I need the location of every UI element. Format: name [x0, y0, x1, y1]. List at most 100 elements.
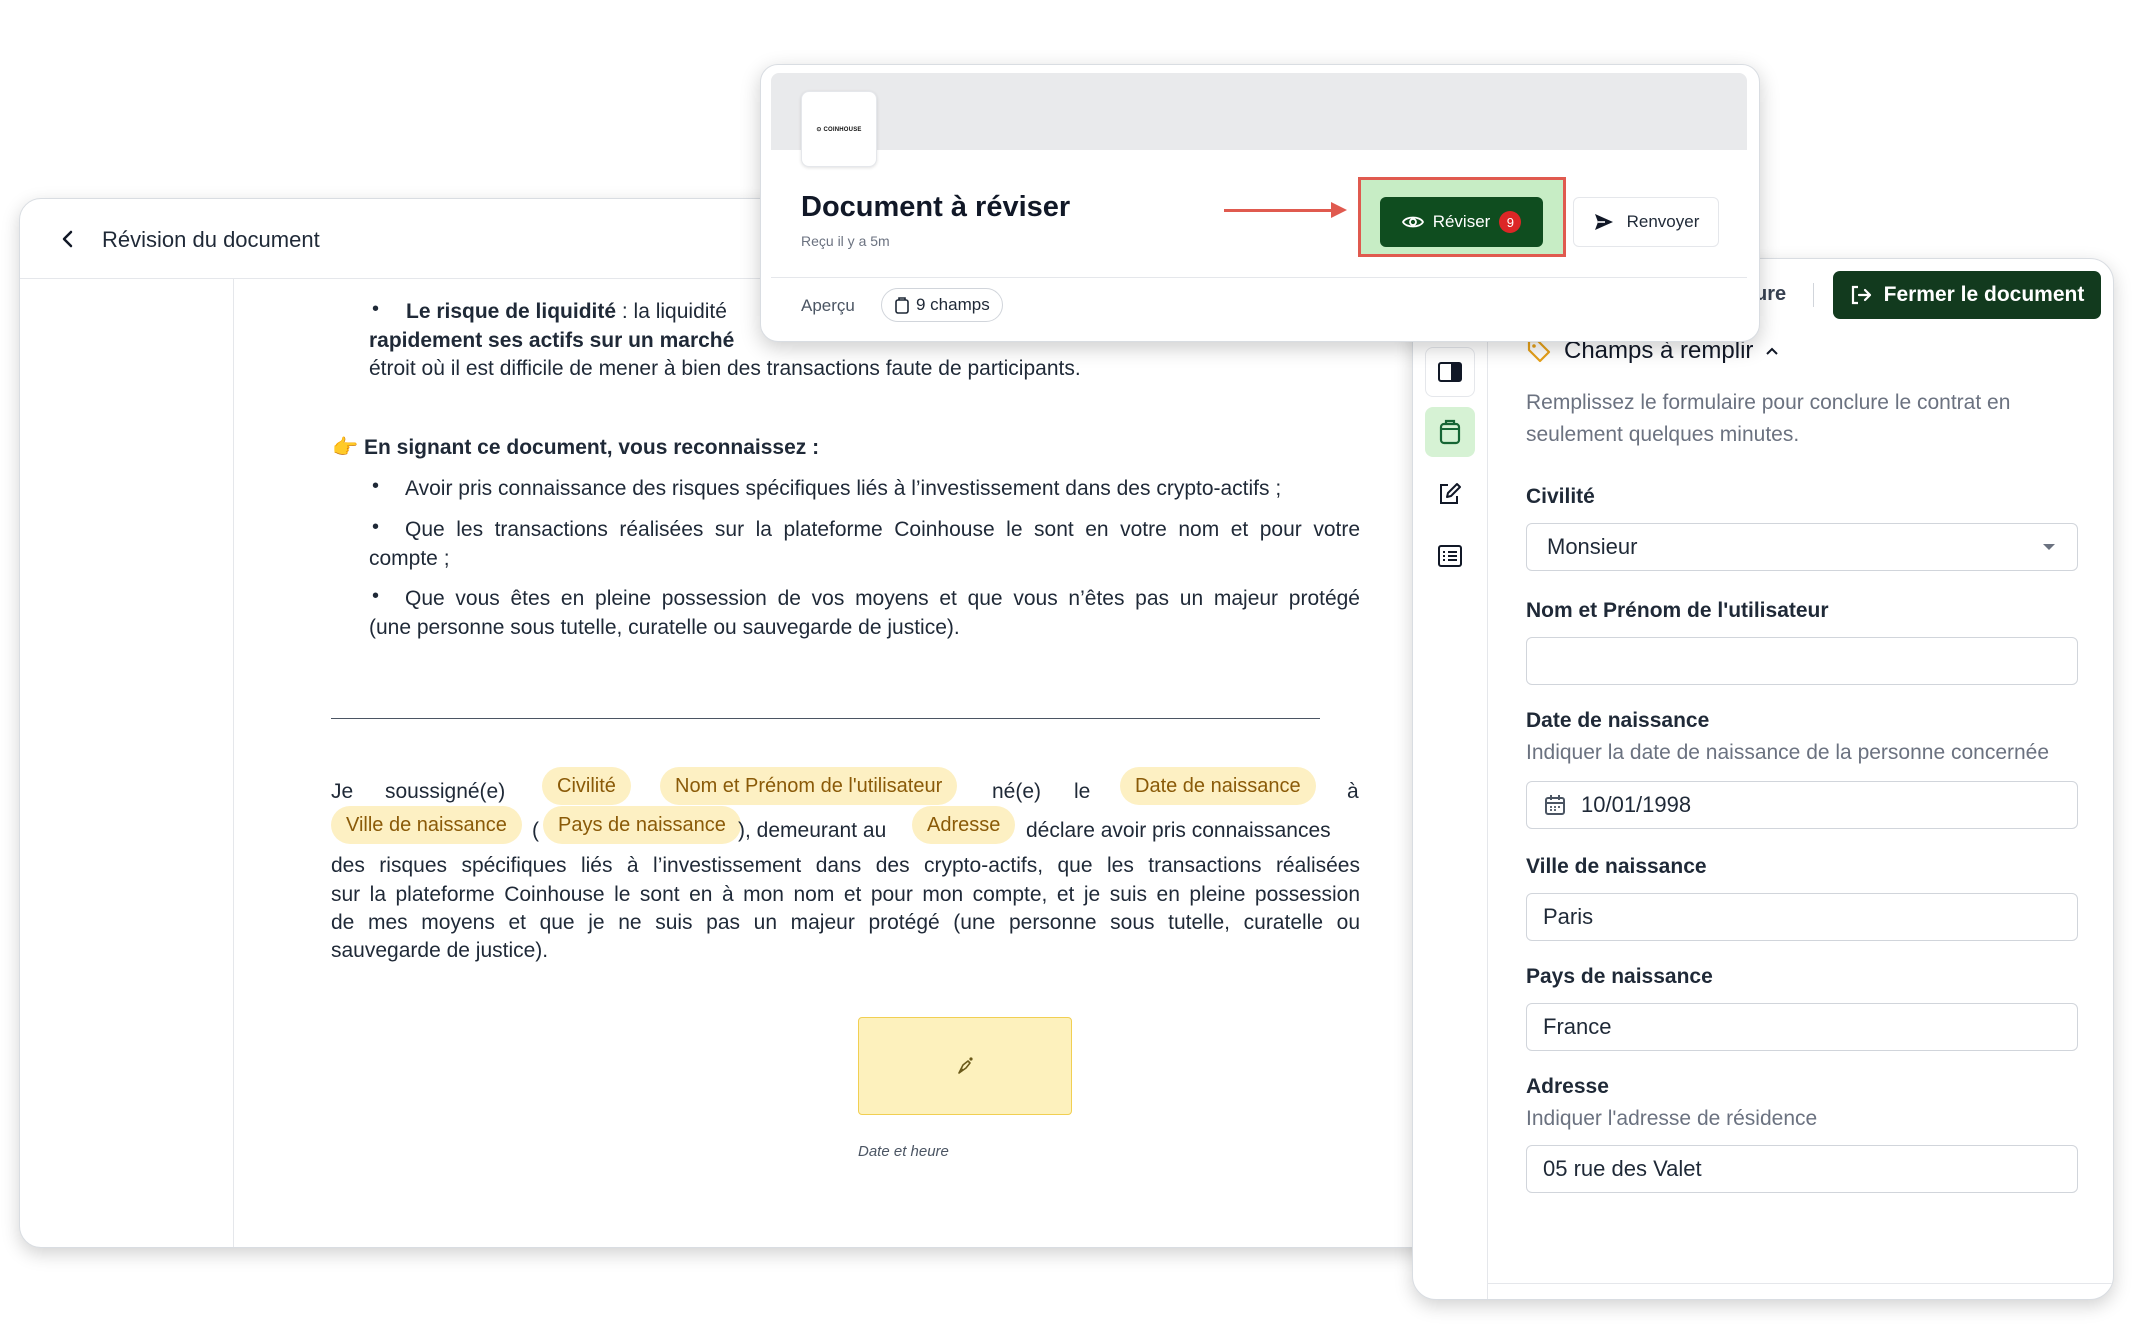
signature-label: Date et heure: [858, 1143, 949, 1160]
card-title: Document à réviser: [801, 191, 1071, 223]
annotation-arrow: [1224, 209, 1334, 212]
fields-count-label: 9 champs: [916, 295, 990, 314]
bullet-dot: •: [372, 298, 380, 320]
civilite-label: Civilité: [1526, 485, 1595, 508]
date-naissance-input[interactable]: 10/01/1998: [1526, 781, 2078, 829]
declaration-line: sur la plateforme Coinhouse le sont en à…: [331, 883, 1360, 906]
logo-text: ⊙ COINHOUSE: [816, 126, 862, 133]
liquidity-risk-line-2: rapidement ses actifs sur un marché: [369, 329, 735, 352]
list-icon: [1438, 545, 1462, 567]
toolbar-separator: [1813, 283, 1814, 307]
adresse-value: 05 rue des Valet: [1543, 1156, 1702, 1181]
nom-prenom-label: Nom et Prénom de l'utilisateur: [1526, 599, 1829, 622]
close-document-label: Fermer le document: [1883, 283, 2085, 306]
ville-naissance-value: Paris: [1543, 904, 1594, 929]
review-button[interactable]: Réviser 9: [1380, 197, 1543, 247]
liquidity-risk-text: : la liquidité: [621, 300, 727, 323]
declaration-word: né(e): [992, 780, 1042, 803]
document-notification-card: ⊙ COINHOUSE Document à réviser Reçu il y…: [760, 64, 1760, 342]
eye-icon: [1401, 216, 1424, 228]
document-left-gutter: [20, 279, 234, 1247]
edit-pencil-icon: [1440, 483, 1461, 504]
panel-content: Champs à remplir Remplissez le formulair…: [1488, 323, 2113, 1299]
declaration-word: ), demeurant au: [738, 819, 887, 842]
adresse-input[interactable]: 05 rue des Valet: [1526, 1145, 2078, 1193]
adresse-help: Indiquer l'adresse de résidence: [1526, 1107, 1818, 1130]
card-banner: [771, 73, 1747, 150]
fields-section-description: Remplissez le formulaire pour conclure l…: [1526, 391, 2011, 414]
bullet-dot: •: [372, 516, 380, 538]
pen-nib-icon: [958, 1057, 973, 1074]
clipboard-icon: [895, 297, 909, 314]
divider: [331, 718, 1320, 719]
fields-count-chip[interactable]: 9 champs: [881, 288, 1003, 322]
date-naissance-help: Indiquer la date de naissance de la pers…: [1526, 741, 2050, 764]
rail-fields-button[interactable]: [1425, 407, 1475, 457]
nom-prenom-input[interactable]: [1526, 637, 2078, 685]
ville-naissance-label: Ville de naissance: [1526, 855, 1707, 878]
form-panel: ure Fermer le document Champs à remplir …: [1412, 258, 2114, 1300]
acknowledgement-item: Que les transactions réalisées sur la pl…: [405, 518, 1360, 541]
declaration-word: soussigné(e): [385, 780, 506, 803]
declaration-line: de mes moyens et que je ne suis pas un m…: [331, 911, 1360, 934]
liquidity-risk-line-3: étroit où il est difficile de mener à bi…: [369, 357, 1081, 380]
ville-naissance-input[interactable]: Paris: [1526, 893, 2078, 941]
preview-label[interactable]: Aperçu: [801, 296, 855, 316]
declaration-line: des risques spécifiques liés à l’investi…: [331, 854, 1360, 877]
declaration-word: Je: [331, 780, 354, 803]
chevron-down-icon: [2043, 544, 2055, 550]
resend-button[interactable]: Renvoyer: [1573, 197, 1719, 247]
signature-field[interactable]: [858, 1017, 1072, 1115]
liquidity-risk-term: Le risque de liquidité: [406, 300, 617, 323]
declaration-word: (: [532, 819, 539, 842]
calendar-icon: [1545, 795, 1565, 815]
resend-button-label: Renvoyer: [1626, 212, 1700, 231]
send-icon: [1594, 214, 1613, 230]
date-naissance-label: Date de naissance: [1526, 709, 1710, 732]
rail-list-button[interactable]: [1425, 531, 1475, 581]
card-received-time: Reçu il y a 5m: [801, 233, 890, 249]
rail-edit-button[interactable]: [1425, 469, 1475, 519]
panel-icon-rail: [1413, 323, 1488, 1299]
pays-naissance-input[interactable]: France: [1526, 1003, 2078, 1051]
field-tag-ville-naissance[interactable]: Ville de naissance: [331, 806, 522, 844]
acknowledgement-item: Que vous êtes en pleine possession de vo…: [405, 587, 1360, 610]
sidebar-panel-icon: [1438, 362, 1462, 382]
clipboard-icon: [1439, 419, 1461, 445]
exit-icon: [1851, 285, 1871, 305]
bullet-dot: •: [372, 475, 380, 497]
pointing-hand-icon: 👉: [332, 436, 359, 459]
declaration-word: le: [1074, 780, 1091, 803]
company-logo: ⊙ COINHOUSE: [801, 91, 877, 167]
field-tag-nom-prenom[interactable]: Nom et Prénom de l'utilisateur: [660, 767, 958, 805]
civilite-select[interactable]: Monsieur: [1526, 523, 2078, 571]
annotation-arrow-head: [1331, 202, 1347, 218]
field-tag-pays-naissance[interactable]: Pays de naissance: [543, 806, 741, 844]
rail-toggle-panel-button[interactable]: [1425, 347, 1475, 397]
acknowledgement-item: Avoir pris connaissance des risques spéc…: [405, 477, 1282, 500]
page-title: Révision du document: [102, 227, 320, 252]
card-footer: Aperçu 9 champs: [771, 277, 1747, 333]
chevron-left-icon: [62, 230, 73, 248]
civilite-selected-value: Monsieur: [1547, 534, 1638, 559]
declaration-word: à: [1347, 780, 1359, 803]
pays-naissance-value: France: [1543, 1014, 1612, 1039]
field-tag-adresse[interactable]: Adresse: [912, 806, 1016, 844]
review-count-badge: 9: [1499, 211, 1522, 233]
review-button-label: Réviser: [1432, 212, 1491, 231]
fields-section-description: seulement quelques minutes.: [1526, 423, 1800, 446]
chevron-up-icon: [1766, 347, 1779, 355]
divider: [1488, 1283, 2113, 1284]
field-tag-date-naissance[interactable]: Date de naissance: [1120, 767, 1316, 805]
field-tag-civilite[interactable]: Civilité: [542, 767, 631, 805]
pays-naissance-label: Pays de naissance: [1526, 965, 1713, 988]
acknowledgement-heading-line: 👉 En signant ce document, vous reconnais…: [332, 433, 819, 462]
acknowledgement-heading: En signant ce document, vous reconnaisse…: [364, 436, 820, 459]
acknowledgement-item-continued: (une personne sous tutelle, curatelle ou…: [369, 616, 960, 639]
liquidity-risk-line: Le risque de liquidité : la liquidité: [406, 297, 727, 326]
date-naissance-value: 10/01/1998: [1581, 792, 1692, 817]
bullet-dot: •: [372, 585, 380, 607]
back-button[interactable]: [48, 219, 88, 259]
adresse-label: Adresse: [1526, 1075, 1609, 1098]
close-document-button[interactable]: Fermer le document: [1833, 271, 2101, 319]
